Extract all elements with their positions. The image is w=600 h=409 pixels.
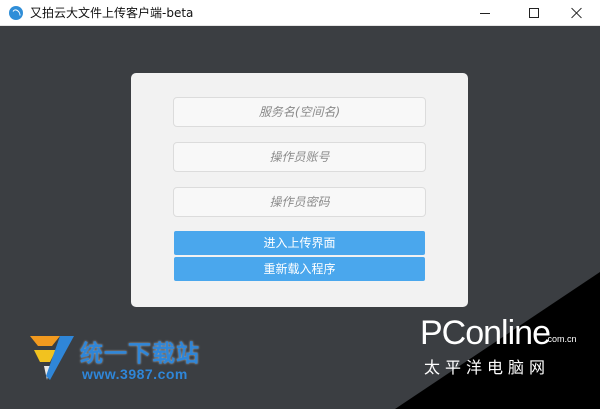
- title-bar[interactable]: 又拍云大文件上传客户端-beta: [0, 0, 600, 26]
- pconline-chinese-name: 太平洋电脑网: [424, 358, 551, 377]
- watermark-url: www.3987.com: [82, 366, 188, 382]
- minimize-button[interactable]: [462, 0, 508, 26]
- download-logo-icon: [30, 336, 74, 380]
- service-name-input[interactable]: [173, 97, 426, 127]
- pconline-domain: .com.cn: [545, 334, 577, 344]
- operator-account-input[interactable]: [173, 142, 426, 172]
- maximize-icon: [529, 8, 539, 18]
- watermark-3987: 统一下载站 www.3987.com: [30, 330, 220, 390]
- operator-password-input[interactable]: [173, 187, 426, 217]
- close-icon: [570, 7, 582, 19]
- pconline-brand: PConline: [420, 314, 551, 352]
- app-window: 又拍云大文件上传客户端-beta 进入上传界面 重新载入程序 统一下载站 www…: [0, 0, 600, 409]
- reload-program-button[interactable]: 重新载入程序: [174, 257, 425, 281]
- watermark-title: 统一下载站: [80, 341, 200, 367]
- maximize-button[interactable]: [511, 0, 557, 26]
- window-title: 又拍云大文件上传客户端-beta: [30, 6, 194, 20]
- minimize-icon: [480, 12, 490, 14]
- close-button[interactable]: [553, 0, 599, 26]
- enter-upload-button[interactable]: 进入上传界面: [174, 231, 425, 255]
- upyun-logo-icon: [9, 6, 23, 20]
